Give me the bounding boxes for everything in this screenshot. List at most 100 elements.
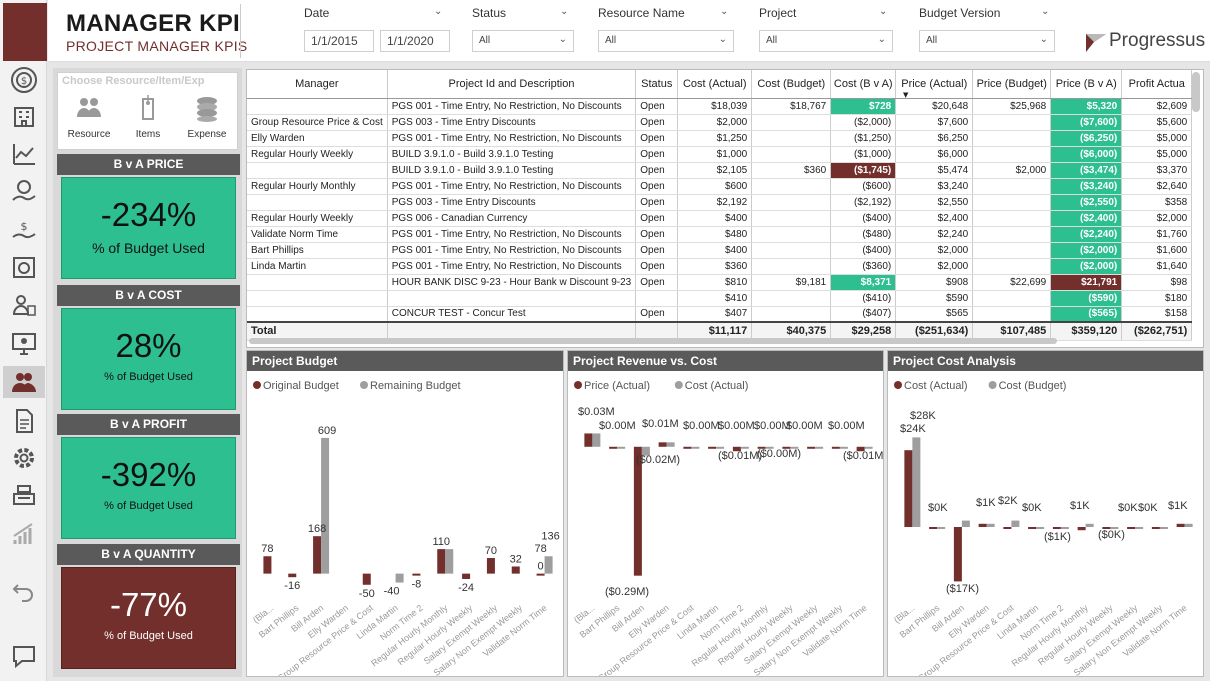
undo-icon[interactable] <box>7 575 41 607</box>
chart-bar <box>1003 527 1012 529</box>
table-row[interactable]: Regular Hourly Weekly PGS 006 - Canadian … <box>247 210 1193 227</box>
users-icon[interactable] <box>3 366 45 398</box>
table-row[interactable]: Validate Norm Time PGS 001 - Time Entry, … <box>247 226 1193 243</box>
chevron-down-icon[interactable]: ⌄ <box>720 6 728 17</box>
table-cell: ($360) <box>830 258 897 275</box>
status-select[interactable]: All ⌄ <box>472 30 574 52</box>
table-row[interactable]: BUILD 3.9.1.0 - Build 3.9.1.0 Testing Ope… <box>247 162 1193 179</box>
table-cell: $25,968 <box>972 98 1052 115</box>
cost-analysis-panel: Project Cost Analysis Cost (Actual) Cost … <box>887 350 1204 677</box>
table-cell: Open <box>635 98 679 115</box>
table-row[interactable]: Elly Warden PGS 001 - Time Entry, No Rest… <box>247 130 1193 147</box>
chart-bar <box>1052 527 1061 529</box>
chart-bar <box>263 556 272 574</box>
column-header[interactable]: Manager <box>247 70 388 99</box>
sort-desc-icon[interactable]: ▼ <box>903 91 908 99</box>
table-cell: Regular Hourly Weekly <box>247 146 388 163</box>
table-cell: $1,000 <box>677 146 753 163</box>
vertical-scrollbar[interactable] <box>1192 72 1200 112</box>
resource-select-value: All <box>605 35 617 46</box>
table-cell: $21,791 <box>1050 274 1123 291</box>
table-row[interactable]: Linda Martin PGS 001 - Time Entry, No Res… <box>247 258 1193 275</box>
table-cell: ($2,000) <box>1050 242 1123 259</box>
project-budget-title: Project Budget <box>247 351 563 371</box>
line-chart-icon[interactable] <box>7 138 41 170</box>
document-icon[interactable] <box>7 405 41 437</box>
chooser-resource-button[interactable]: Resource <box>60 91 118 149</box>
chart-bar <box>1159 527 1168 529</box>
legend-label: Remaining Budget <box>370 380 461 392</box>
calendar-clock-icon[interactable] <box>7 251 41 283</box>
hand-coin-icon[interactable] <box>7 176 41 208</box>
column-header[interactable]: Profit Actua <box>1121 70 1193 99</box>
building-icon[interactable] <box>7 100 41 132</box>
column-header[interactable]: Price (Budget) <box>972 70 1052 99</box>
chooser-expense-button[interactable]: Expense <box>178 91 236 149</box>
column-header[interactable]: Cost (Actual) <box>677 70 753 99</box>
table-cell: PGS 001 - Time Entry, No Restriction, No… <box>387 98 637 115</box>
column-header[interactable]: Cost (Budget) <box>751 70 832 99</box>
legend-label: Original Budget <box>263 380 339 392</box>
person-clipboard-icon[interactable] <box>7 290 41 322</box>
chooser-items-button[interactable]: Items <box>119 91 177 149</box>
table-row[interactable]: PGS 003 - Time Entry Discounts Open $2,192… <box>247 194 1193 211</box>
chart-bar <box>313 536 322 574</box>
chevron-down-icon[interactable]: ⌄ <box>560 6 568 17</box>
table-cell: HOUR BANK DISC 9-23 - Hour Bank w Discou… <box>387 274 637 291</box>
table-cell: $908 <box>895 274 974 291</box>
dollar-target-icon[interactable]: $ <box>7 64 41 96</box>
table-row[interactable]: Regular Hourly Monthly PGS 001 - Time Ent… <box>247 178 1193 195</box>
column-header[interactable]: Price (B v A) <box>1050 70 1123 99</box>
table-cell: $5,320 <box>1050 98 1123 115</box>
data-label: 32 <box>510 553 522 565</box>
bar-growth-icon[interactable] <box>7 518 41 550</box>
resource-select[interactable]: All ⌄ <box>598 30 734 52</box>
chevron-down-icon[interactable]: ⌄ <box>879 6 887 17</box>
table-cell: ($400) <box>830 242 897 259</box>
project-select[interactable]: All ⌄ <box>759 30 893 52</box>
table-cell: Group Resource Price & Cost <box>247 114 388 131</box>
chevron-down-icon[interactable]: ⌄ <box>434 6 442 17</box>
cost-analysis-chart: Cost (Actual) Cost (Budget) $24K$28K $0K ($1… <box>892 380 1193 676</box>
budget-version-select[interactable]: All ⌄ <box>919 30 1055 52</box>
table-cell <box>751 194 832 211</box>
cash-register-icon[interactable] <box>7 479 41 511</box>
chevron-down-icon[interactable]: ⌄ <box>1041 6 1049 17</box>
table-row[interactable]: $410 ($410) $590 ($590) $180 <box>247 290 1193 307</box>
table-row[interactable]: CONCUR TEST - Concur Test Open $407 ($407) $… <box>247 306 1193 323</box>
revenue-vs-cost-title: Project Revenue vs. Cost <box>568 351 883 371</box>
data-label: $28K <box>910 410 936 422</box>
date-to-input[interactable]: 1/1/2020 <box>380 30 450 52</box>
progressus-logo-mark <box>1086 34 1106 52</box>
table-cell: Validate Norm Time <box>247 226 388 243</box>
chevron-down-icon: ⌄ <box>1039 34 1048 45</box>
gear-icon[interactable] <box>7 442 41 474</box>
date-from-input[interactable]: 1/1/2015 <box>304 30 374 52</box>
chart-bar <box>1085 523 1094 527</box>
comment-icon[interactable] <box>7 640 41 672</box>
monitor-gear-icon[interactable] <box>7 328 41 360</box>
chart-bar <box>592 433 601 447</box>
table-cell <box>751 226 832 243</box>
table-cell: $22,699 <box>972 274 1052 291</box>
column-header[interactable]: Project Id and Description <box>387 70 637 99</box>
chart-bar <box>633 446 642 576</box>
hand-money-icon[interactable]: $ <box>7 213 41 245</box>
chart-bar <box>986 523 995 527</box>
column-header[interactable]: Status <box>635 70 679 99</box>
date-filter-label: Date <box>304 6 330 20</box>
data-label: 168 <box>308 523 326 535</box>
table-row[interactable]: Regular Hourly Weekly BUILD 3.9.1.0 - Bui… <box>247 146 1193 163</box>
table-cell <box>247 274 388 291</box>
table-cell: Open <box>635 306 679 323</box>
table-row[interactable]: Group Resource Price & Cost PGS 003 - Tim… <box>247 114 1193 131</box>
kpi-price-caption: % of Budget Used <box>92 240 205 256</box>
table-row[interactable]: HOUR BANK DISC 9-23 - Hour Bank w Discou… <box>247 274 1193 291</box>
horizontal-scrollbar[interactable] <box>249 338 1057 344</box>
table-row[interactable]: PGS 001 - Time Entry, No Restriction, No… <box>247 98 1193 115</box>
chart-bar <box>584 433 593 447</box>
table-cell <box>972 210 1052 227</box>
table-cell: PGS 001 - Time Entry, No Restriction, No… <box>387 226 637 243</box>
column-header[interactable]: Cost (B v A) <box>830 70 897 99</box>
table-row[interactable]: Bart Phillips PGS 001 - Time Entry, No Re… <box>247 242 1193 259</box>
